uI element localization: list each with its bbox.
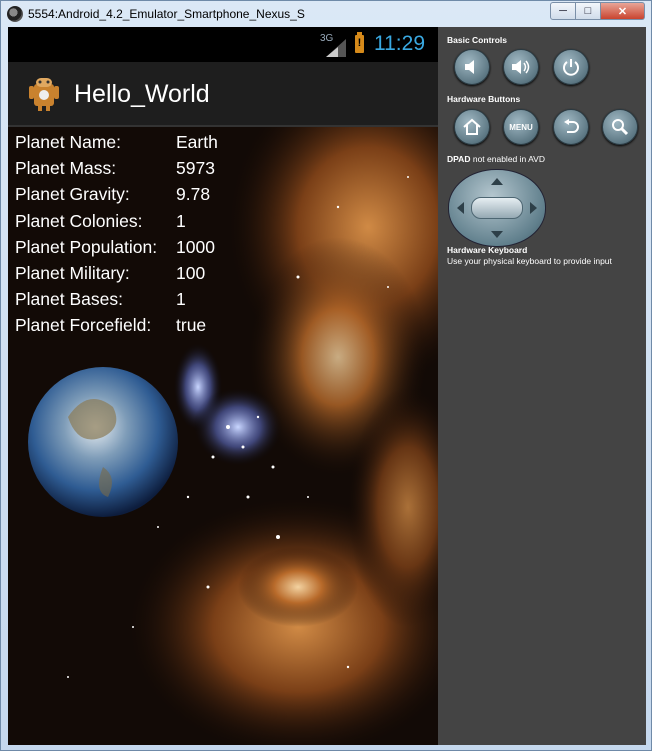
emulator-window: 5554:Android_4.2_Emulator_Smartphone_Nex… [0,0,652,751]
field-label: Planet Population: [15,236,158,257]
field-label: Planet Military: [15,262,130,283]
status-bar: 3G ! 11:29 [8,27,438,62]
home-icon [463,118,481,135]
field-label: Planet Colonies: [15,210,143,231]
emulator-app-icon [7,6,23,22]
field-value: 1 [176,210,186,231]
close-button[interactable]: ✕ [601,2,645,20]
window-title: 5554:Android_4.2_Emulator_Smartphone_Nex… [28,7,305,21]
field-value: 9.78 [176,184,211,205]
field-value: 100 [176,262,206,283]
menu-button[interactable]: MENU [503,109,539,145]
status-time: 11:29 [374,32,425,55]
window-controls: ─ □ ✕ [550,2,645,20]
maximize-button[interactable]: □ [576,2,601,20]
hardware-keyboard-note: Use your physical keyboard to provide in… [447,256,612,266]
volume-down-button[interactable] [454,49,490,85]
app-launcher-icon[interactable] [26,74,62,112]
back-icon [564,119,579,133]
home-button[interactable] [454,109,490,145]
dpad-center-button[interactable] [471,197,523,219]
field-label: Planet Name: [15,132,122,152]
back-button[interactable] [553,109,589,145]
search-icon [612,119,629,136]
power-icon [563,59,579,76]
emulator-client-area: 3G ! 11:29 Hello_World Planet Name: Eart… [8,27,646,745]
menu-button-label: MENU [509,122,533,132]
field-value: Earth [176,132,218,152]
field-value: true [176,315,207,336]
volume-up-icon [512,60,530,74]
volume-down-icon [465,60,474,74]
field-value: 5973 [176,158,215,179]
field-value: 1000 [176,236,215,257]
volume-up-button[interactable] [503,49,539,85]
dpad-label: DPAD not enabled in AVD [447,154,545,164]
emulator-control-panel: Basic Controls Hardware Buttons MENU DPA… [438,27,646,745]
signal-icon [326,39,346,57]
device-screen[interactable]: 3G ! 11:29 Hello_World Planet Name: Eart… [8,27,438,745]
app-title: Hello_World [74,80,210,108]
minimize-button[interactable]: ─ [550,2,576,20]
field-value: 1 [176,289,186,310]
dpad-control[interactable] [448,169,546,247]
title-bar[interactable]: 5554:Android_4.2_Emulator_Smartphone_Nex… [1,1,651,27]
battery-icon: ! [355,32,364,53]
basic-controls-label: Basic Controls [447,35,507,45]
hardware-buttons-label: Hardware Buttons [447,94,521,104]
hardware-keyboard-label: Hardware Keyboard [447,245,528,255]
field-label: Planet Mass: [15,158,117,179]
field-label: Planet Gravity: [15,184,130,205]
field-label: Planet Bases: [15,289,123,310]
dpad-note: not enabled in AVD [472,154,545,164]
power-button[interactable] [553,49,589,85]
field-label: Planet Forcefield: [15,315,152,336]
action-bar: Hello_World [8,62,438,127]
search-button[interactable] [602,109,638,145]
